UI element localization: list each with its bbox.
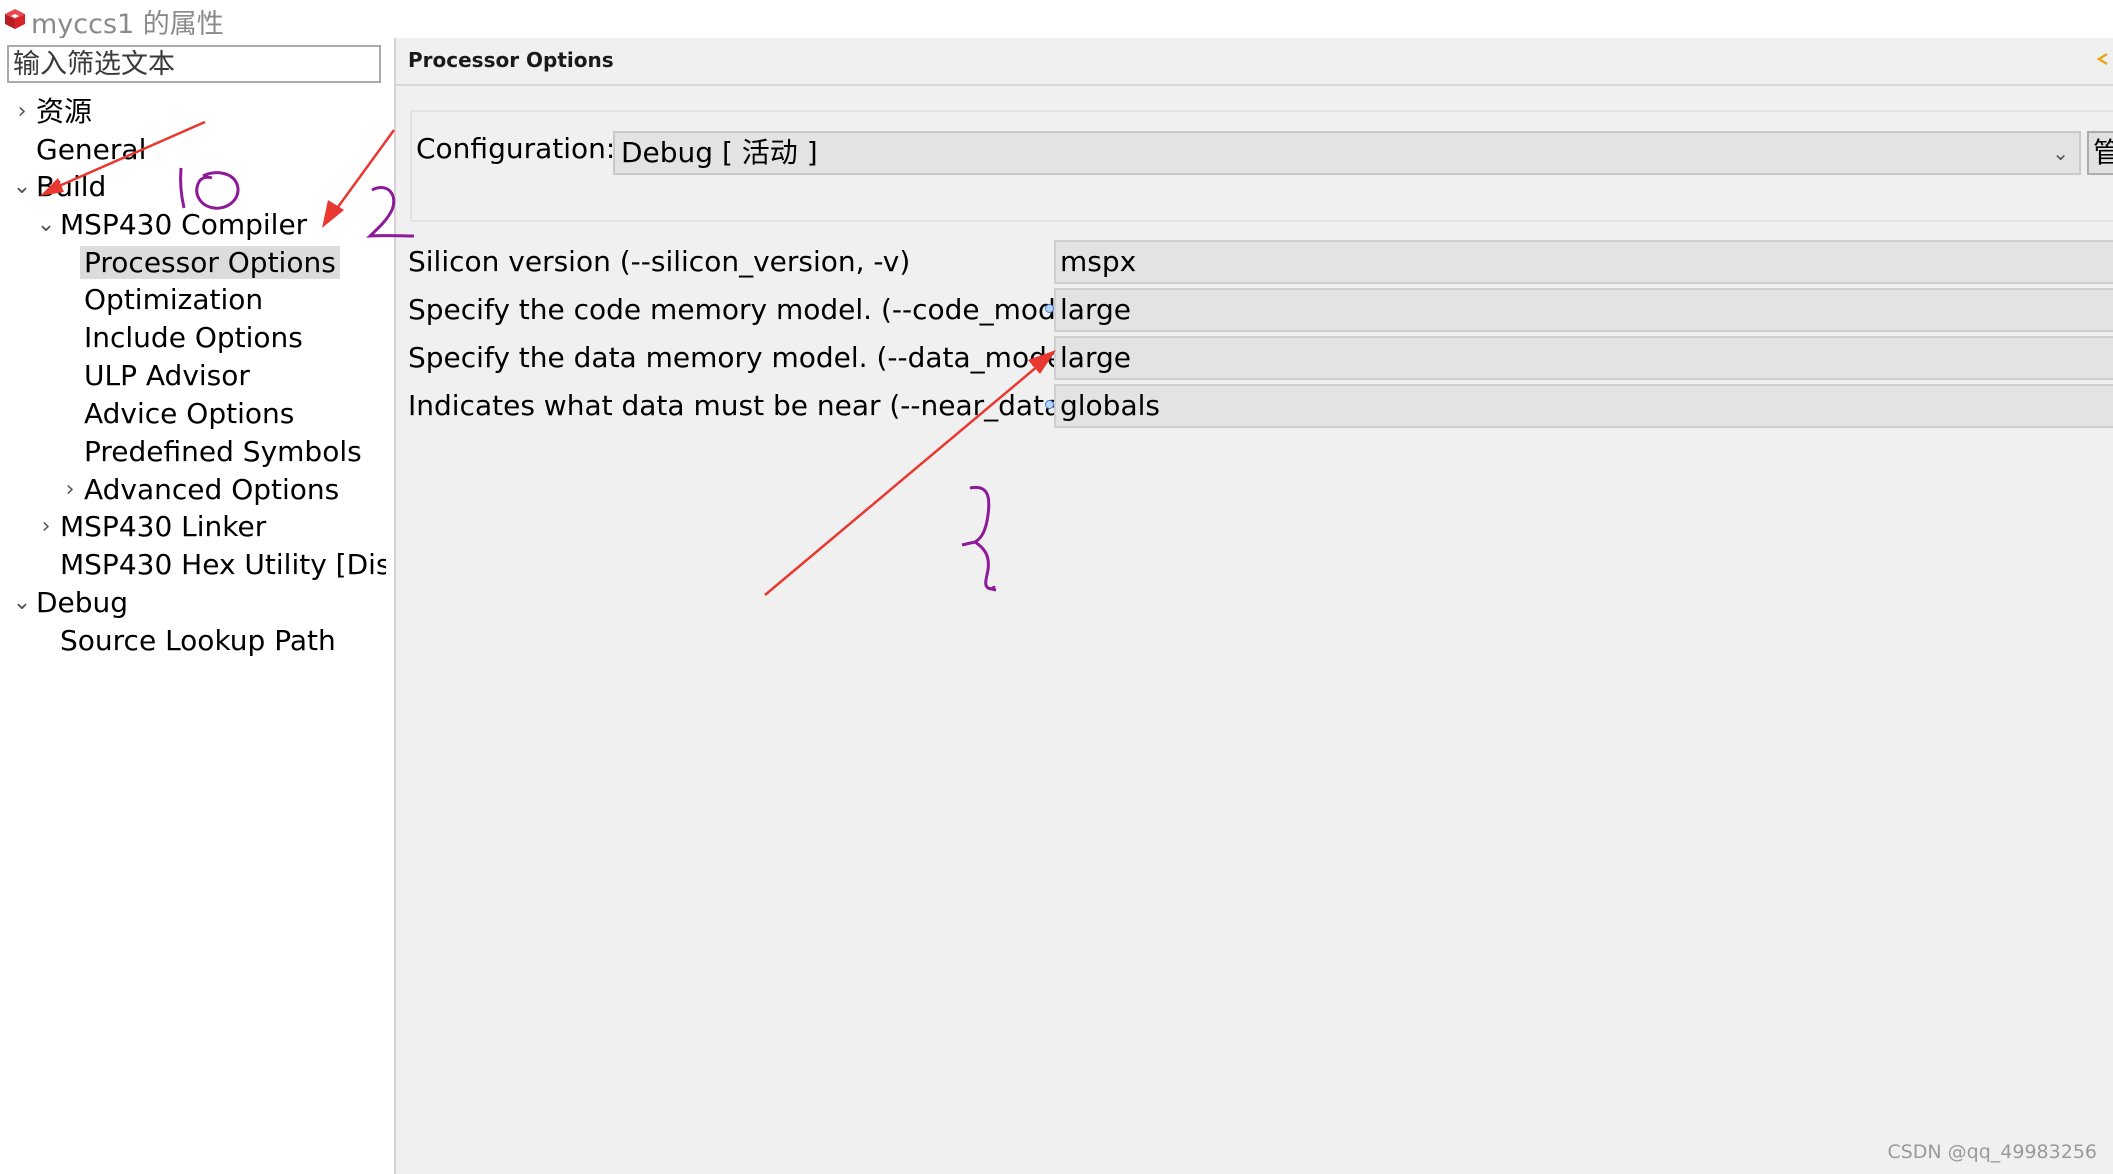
back-arrow-icon[interactable] (2093, 48, 2111, 70)
tree-item-ulp-advisor[interactable]: ULP Advisor (84, 357, 250, 394)
chevron-down-icon[interactable]: ⌄ (12, 168, 32, 205)
tree-item-label: Advice Options (84, 397, 295, 430)
chevron-down-icon[interactable]: ⌄ (2052, 133, 2069, 173)
tree-item-label: Predefined Symbols (84, 435, 362, 468)
tree-item-label: ULP Advisor (84, 359, 250, 392)
tree-item-label: MSP430 Linker (60, 510, 267, 543)
manage-configurations-button[interactable]: 管 (2087, 131, 2113, 175)
watermark: CSDN @qq_49983256 (1887, 1141, 2097, 1163)
tree-item-msp430-hex-utility[interactable]: MSP430 Hex Utility [Disa (36, 546, 386, 583)
filter-input[interactable] (7, 45, 381, 83)
option-label-silicon-version: Silicon version (--silicon_version, -v) (408, 245, 911, 278)
tree-item-processor-options[interactable]: Processor Options (80, 244, 340, 281)
tree-item-label: Build (36, 170, 107, 203)
option-label-near-data: Indicates what data must be near (--near… (408, 389, 1073, 422)
chevron-right-icon[interactable]: › (36, 508, 56, 545)
tree-item-label: Include Options (84, 321, 303, 354)
data-model-select[interactable]: large (1054, 336, 2113, 380)
tree-item-advice-options[interactable]: Advice Options (84, 395, 294, 432)
window-titlebar: myccs1 的属性 (0, 0, 2113, 40)
tree-item-label: Optimization (84, 283, 264, 316)
tree-item-label: Processor Options (80, 246, 340, 279)
chevron-down-icon[interactable]: ⌄ (12, 584, 32, 621)
option-label-code-model: Specify the code memory model. (--code_m… (408, 293, 1092, 326)
modified-indicator-icon (1045, 304, 1054, 313)
window-title: myccs1 的属性 (31, 9, 224, 40)
chevron-down-icon[interactable]: ⌄ (36, 206, 56, 243)
tree-item-label: MSP430 Hex Utility [Disa (60, 548, 386, 581)
page-header: Processor Options (396, 38, 2113, 86)
tree-item-label: General (36, 133, 147, 166)
ccs-cube-icon (5, 9, 25, 29)
configuration-select[interactable]: Debug [ 活动 ] ⌄ (613, 131, 2081, 175)
modified-indicator-icon (1045, 400, 1054, 409)
chevron-right-icon[interactable]: › (60, 471, 80, 508)
page-title: Processor Options (408, 48, 614, 72)
configuration-select-value: Debug [ 活动 ] (621, 136, 818, 169)
near-data-select[interactable]: globals (1054, 384, 2113, 428)
tree-item-label: Debug (36, 586, 129, 619)
tree-item-label: MSP430 Compiler (60, 208, 308, 241)
tree-item-label: 资源 (36, 95, 93, 128)
tree-item-label: Advanced Options (84, 473, 340, 506)
chevron-right-icon[interactable]: › (12, 93, 32, 130)
silicon-version-select[interactable]: mspx (1054, 240, 2113, 284)
option-label-data-model: Specify the data memory model. (--data_m… (408, 341, 1083, 374)
tree-item-predefined-symbols[interactable]: Predefined Symbols (84, 433, 362, 470)
tree-item-include-options[interactable]: Include Options (84, 319, 303, 356)
code-model-select[interactable]: large (1054, 288, 2113, 332)
tree-item-label: Source Lookup Path (60, 624, 336, 657)
configuration-label: Configuration: (416, 132, 616, 165)
tree-item-optimization[interactable]: Optimization (84, 281, 263, 318)
